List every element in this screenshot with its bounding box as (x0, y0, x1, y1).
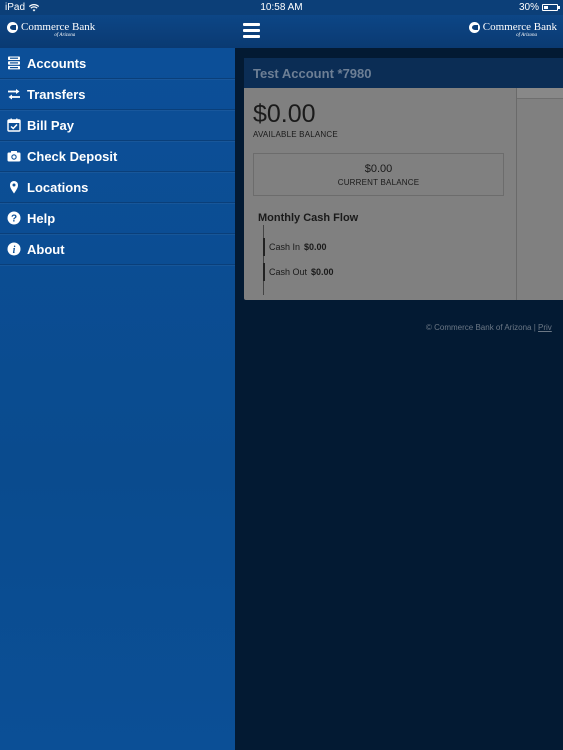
sidebar-item-transfers[interactable]: Transfers (0, 79, 235, 110)
current-balance-amount: $0.00 (364, 163, 393, 175)
cash-out-label: Cash Out (269, 267, 308, 277)
logo-mark-icon (468, 22, 480, 33)
current-balance-label: CURRENT BALANCE (337, 178, 420, 187)
account-summary-card: $0.00 AVAILABLE BALANCE $0.00 CURRENT BA… (244, 88, 563, 300)
brand-name: Commerce Bank (482, 21, 557, 33)
cash-out-row: Cash Out $0.00 (263, 263, 334, 281)
status-time: 10:58 AM (260, 2, 303, 13)
sidebar-item-label: Locations (27, 179, 89, 195)
calendar-check-icon (7, 118, 21, 132)
sidebar-item-about[interactable]: i About (0, 234, 235, 265)
cash-in-row: Cash In $0.00 (263, 238, 327, 256)
battery-percent: 30% (518, 2, 539, 13)
logo-mark-icon (7, 22, 18, 33)
sidebar-item-check-deposit[interactable]: Check Deposit (0, 141, 235, 172)
transfer-arrows-icon (7, 87, 21, 101)
cash-out-bar (263, 263, 265, 281)
sidebar-item-label: Help (27, 210, 56, 226)
privacy-link[interactable]: Priv (538, 323, 552, 332)
brand-name: Commerce Bank (21, 21, 96, 33)
footer-copyright: © Commerce Bank of Arizona | (426, 323, 539, 332)
sidebar-item-label: About (27, 241, 65, 257)
map-pin-icon (7, 180, 21, 194)
sidebar-item-accounts[interactable]: Accounts (0, 48, 235, 79)
battery-icon (542, 4, 560, 11)
account-title: Test Account *7980 (244, 58, 563, 88)
cash-flow-title: Monthly Cash Flow (258, 212, 359, 224)
svg-text:?: ? (11, 214, 17, 225)
sidebar-item-label: Transfers (27, 86, 86, 102)
sidebar-item-label: Check Deposit (27, 148, 118, 164)
brand-logo-right: Commerce Bank of Arizona (468, 21, 557, 39)
sidebar-item-help[interactable]: ? Help (0, 203, 235, 234)
sidebar-item-bill-pay[interactable]: Bill Pay (0, 110, 235, 141)
accounts-icon (7, 56, 21, 70)
current-balance-box: $0.00 CURRENT BALANCE (253, 153, 504, 196)
hamburger-menu-icon[interactable] (243, 23, 260, 38)
account-detail-panel[interactable]: Test Account *7980 $0.00 AVAILABLE BALAN… (235, 48, 563, 750)
brand-logo-left[interactable]: Commerce Bank of Arizona (7, 21, 95, 39)
status-bar: iPad 10:58 AM 30% (0, 0, 563, 15)
camera-icon (7, 149, 21, 163)
cash-in-bar (263, 238, 265, 256)
sidebar-item-label: Bill Pay (27, 117, 74, 133)
brand-sub: of Arizona (516, 33, 537, 38)
available-balance-label: AVAILABLE BALANCE (253, 130, 338, 139)
question-icon: ? (7, 211, 21, 225)
cash-flow-axis (263, 225, 264, 295)
svg-text:i: i (13, 245, 16, 256)
cash-out-value: $0.00 (311, 267, 334, 277)
brand-sub: of Arizona (54, 33, 76, 38)
footer: © Commerce Bank of Arizona | Priv (426, 323, 552, 332)
cash-in-value: $0.00 (304, 242, 327, 252)
available-balance-amount: $0.00 (253, 100, 316, 128)
sidebar-menu: Accounts Transfers Bill Pay Check Deposi… (0, 48, 235, 750)
sidebar-item-label: Accounts (27, 55, 87, 71)
nav-bar: Commerce Bank of Arizona Commerce Bank o… (0, 15, 563, 48)
info-icon: i (7, 242, 21, 256)
cash-in-label: Cash In (269, 242, 301, 252)
sidebar-item-locations[interactable]: Locations (0, 172, 235, 203)
